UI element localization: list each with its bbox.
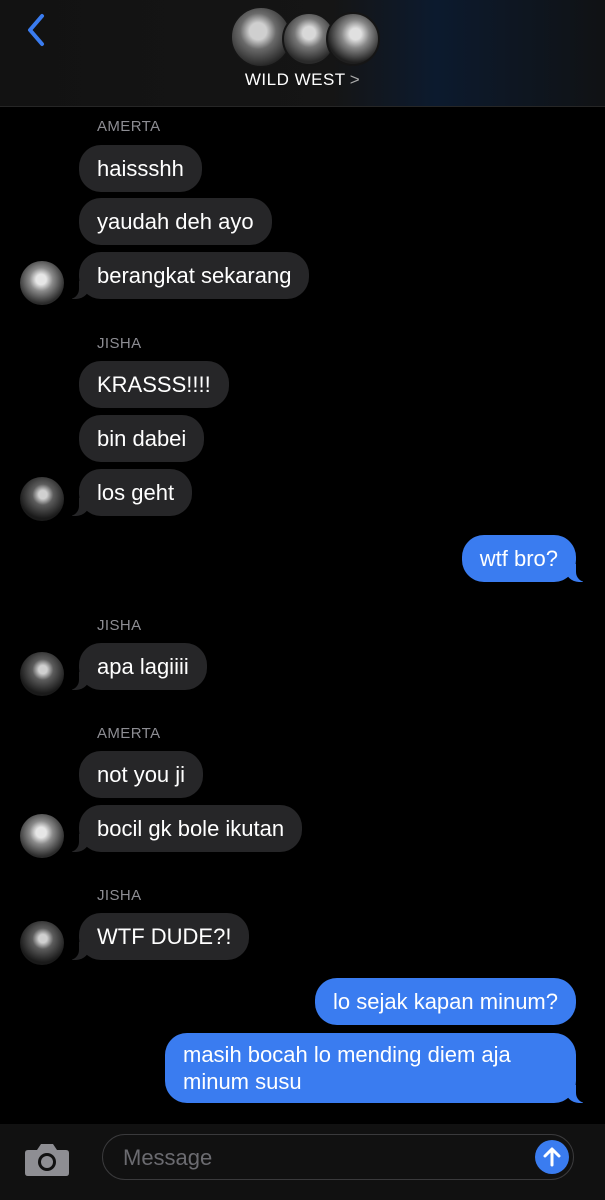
message-placeholder: Message bbox=[123, 1145, 213, 1170]
incoming-message[interactable]: bocil gk bole ikutan bbox=[64, 805, 303, 852]
sender-label: JISHA bbox=[97, 617, 142, 634]
incoming-message[interactable]: berangkat sekarang bbox=[64, 252, 310, 299]
incoming-message[interactable]: KRASSS!!!! bbox=[79, 361, 229, 408]
message-input[interactable]: Message bbox=[102, 1134, 574, 1180]
message-composer: Message bbox=[0, 1124, 605, 1200]
sender-label: JISHA bbox=[97, 887, 142, 904]
camera-icon[interactable] bbox=[22, 1139, 72, 1179]
sender-avatar[interactable] bbox=[20, 921, 64, 965]
send-arrow-icon bbox=[543, 1147, 561, 1167]
incoming-message[interactable]: apa lagiiii bbox=[65, 643, 207, 690]
group-avatars[interactable] bbox=[230, 6, 380, 68]
message-line: masih bocah lo mending diem aja bbox=[183, 1042, 511, 1067]
group-title: WILD WEST bbox=[244, 70, 346, 89]
chevron-right-icon: > bbox=[349, 70, 361, 89]
message-line: minum susu bbox=[183, 1069, 302, 1094]
group-name[interactable]: WILD WEST > bbox=[0, 70, 605, 90]
sender-avatar[interactable] bbox=[20, 477, 64, 521]
outgoing-message[interactable]: lo sejak kapan minum? bbox=[314, 978, 576, 1025]
conversation-header: WILD WEST > bbox=[0, 0, 605, 107]
outgoing-message[interactable]: masih bocah lo mending diem aja minum su… bbox=[165, 1033, 590, 1103]
incoming-message[interactable]: WTF DUDE?! bbox=[64, 913, 250, 960]
incoming-message[interactable]: haissshh bbox=[79, 145, 202, 192]
sender-label: JISHA bbox=[97, 335, 142, 352]
avatar bbox=[326, 12, 380, 66]
outgoing-message[interactable]: wtf bro? bbox=[461, 535, 591, 582]
sender-label: AMERTA bbox=[97, 725, 161, 742]
send-button[interactable] bbox=[535, 1140, 569, 1174]
incoming-message[interactable]: bin dabei bbox=[79, 415, 205, 462]
incoming-message[interactable]: los geht bbox=[64, 469, 193, 516]
sender-avatar[interactable] bbox=[20, 652, 64, 696]
sender-avatar[interactable] bbox=[20, 261, 64, 305]
sender-label: AMERTA bbox=[97, 118, 161, 135]
chevron-left-icon[interactable] bbox=[22, 12, 52, 48]
incoming-message[interactable]: not you ji bbox=[79, 751, 204, 798]
incoming-message[interactable]: yaudah deh ayo bbox=[79, 198, 272, 245]
sender-avatar[interactable] bbox=[20, 814, 64, 858]
